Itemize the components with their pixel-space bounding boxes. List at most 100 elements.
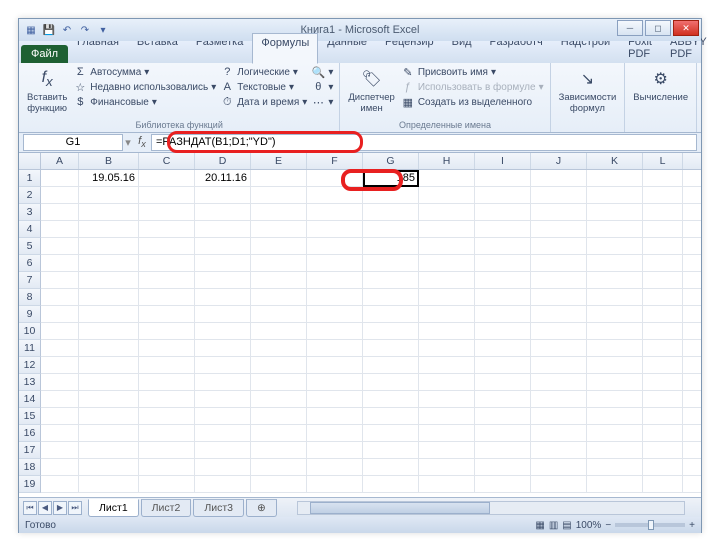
cell-F6[interactable] — [307, 255, 363, 271]
cell-E7[interactable] — [251, 272, 307, 288]
cell-J7[interactable] — [531, 272, 587, 288]
row-header-4[interactable]: 4 — [19, 221, 41, 238]
cell-K9[interactable] — [587, 306, 643, 322]
cell-K17[interactable] — [587, 442, 643, 458]
cell-E15[interactable] — [251, 408, 307, 424]
view-layout-icon[interactable]: ▥ — [549, 520, 558, 531]
tab-file[interactable]: Файл — [21, 45, 68, 63]
cell-L13[interactable] — [643, 374, 683, 390]
cell-J13[interactable] — [531, 374, 587, 390]
cell-C9[interactable] — [139, 306, 195, 322]
cell-E1[interactable] — [251, 170, 307, 186]
cell-C15[interactable] — [139, 408, 195, 424]
cell-K14[interactable] — [587, 391, 643, 407]
cell-H15[interactable] — [419, 408, 475, 424]
sheet-tab-лист2[interactable]: Лист2 — [141, 499, 192, 517]
cell-D2[interactable] — [195, 187, 251, 203]
cell-A7[interactable] — [41, 272, 79, 288]
more-fn-button[interactable]: ⋯▾ — [311, 95, 333, 109]
cell-B15[interactable] — [79, 408, 139, 424]
row-header-10[interactable]: 10 — [19, 323, 41, 340]
cell-G16[interactable] — [363, 425, 419, 441]
cell-A19[interactable] — [41, 476, 79, 492]
cell-G18[interactable] — [363, 459, 419, 475]
cell-H19[interactable] — [419, 476, 475, 492]
tab-формулы[interactable]: Формулы — [252, 33, 318, 64]
qat-more-icon[interactable]: ▾ — [95, 22, 111, 38]
text-button[interactable]: AТекстовые ▾ — [220, 80, 307, 94]
minimize-button[interactable]: ─ — [617, 20, 643, 36]
cell-B10[interactable] — [79, 323, 139, 339]
cell-F12[interactable] — [307, 357, 363, 373]
cell-C5[interactable] — [139, 238, 195, 254]
cell-I5[interactable] — [475, 238, 531, 254]
fx-label-icon[interactable]: fx — [133, 135, 151, 149]
row-header-2[interactable]: 2 — [19, 187, 41, 204]
column-headers[interactable]: ABCDEFGHIJKL — [41, 153, 701, 170]
cell-I3[interactable] — [475, 204, 531, 220]
cell-E4[interactable] — [251, 221, 307, 237]
cell-E11[interactable] — [251, 340, 307, 356]
col-header-D[interactable]: D — [195, 153, 251, 169]
cell-E19[interactable] — [251, 476, 307, 492]
cell-E9[interactable] — [251, 306, 307, 322]
cell-G7[interactable] — [363, 272, 419, 288]
cell-A18[interactable] — [41, 459, 79, 475]
cell-K4[interactable] — [587, 221, 643, 237]
formula-bar[interactable]: =РАЗНДАТ(B1;D1;"YD") — [151, 134, 697, 151]
cell-F16[interactable] — [307, 425, 363, 441]
cell-L1[interactable] — [643, 170, 683, 186]
cell-B18[interactable] — [79, 459, 139, 475]
cell-K8[interactable] — [587, 289, 643, 305]
cell-K18[interactable] — [587, 459, 643, 475]
cell-E14[interactable] — [251, 391, 307, 407]
row-header-18[interactable]: 18 — [19, 459, 41, 476]
cell-D13[interactable] — [195, 374, 251, 390]
cell-C19[interactable] — [139, 476, 195, 492]
cell-A8[interactable] — [41, 289, 79, 305]
cell-C6[interactable] — [139, 255, 195, 271]
cell-I16[interactable] — [475, 425, 531, 441]
undo-icon[interactable]: ↶ — [59, 22, 75, 38]
cell-E3[interactable] — [251, 204, 307, 220]
cell-G15[interactable] — [363, 408, 419, 424]
cell-A15[interactable] — [41, 408, 79, 424]
cell-F3[interactable] — [307, 204, 363, 220]
cell-K16[interactable] — [587, 425, 643, 441]
cell-J6[interactable] — [531, 255, 587, 271]
cell-K11[interactable] — [587, 340, 643, 356]
cell-D4[interactable] — [195, 221, 251, 237]
cell-F4[interactable] — [307, 221, 363, 237]
cell-A12[interactable] — [41, 357, 79, 373]
calculation-button[interactable]: ⚙ Вычисление — [631, 65, 690, 103]
row-header-5[interactable]: 5 — [19, 238, 41, 255]
view-break-icon[interactable]: ▤ — [562, 520, 571, 531]
cell-J1[interactable] — [531, 170, 587, 186]
cell-A9[interactable] — [41, 306, 79, 322]
insert-function-button[interactable]: fx Вставить функцию — [25, 65, 69, 114]
cell-B19[interactable] — [79, 476, 139, 492]
define-name-button[interactable]: ✎Присвоить имя ▾ — [401, 65, 544, 79]
view-normal-icon[interactable]: ▦ — [535, 520, 544, 531]
cell-K5[interactable] — [587, 238, 643, 254]
cell-B5[interactable] — [79, 238, 139, 254]
cell-I7[interactable] — [475, 272, 531, 288]
cell-G10[interactable] — [363, 323, 419, 339]
cell-H2[interactable] — [419, 187, 475, 203]
col-header-J[interactable]: J — [531, 153, 587, 169]
cell-A6[interactable] — [41, 255, 79, 271]
cell-J2[interactable] — [531, 187, 587, 203]
cell-H12[interactable] — [419, 357, 475, 373]
lookup-button[interactable]: 🔍▾ — [311, 65, 333, 79]
use-in-formula-button[interactable]: ƒИспользовать в формуле ▾ — [401, 80, 544, 94]
cell-D11[interactable] — [195, 340, 251, 356]
namebox-dropdown-icon[interactable]: ▾ — [123, 136, 133, 149]
cell-A4[interactable] — [41, 221, 79, 237]
name-manager-button[interactable]: 🏷 Диспетчер имен — [346, 65, 396, 114]
cell-G8[interactable] — [363, 289, 419, 305]
cell-F7[interactable] — [307, 272, 363, 288]
cell-B17[interactable] — [79, 442, 139, 458]
cell-B11[interactable] — [79, 340, 139, 356]
cell-G3[interactable] — [363, 204, 419, 220]
cell-F9[interactable] — [307, 306, 363, 322]
